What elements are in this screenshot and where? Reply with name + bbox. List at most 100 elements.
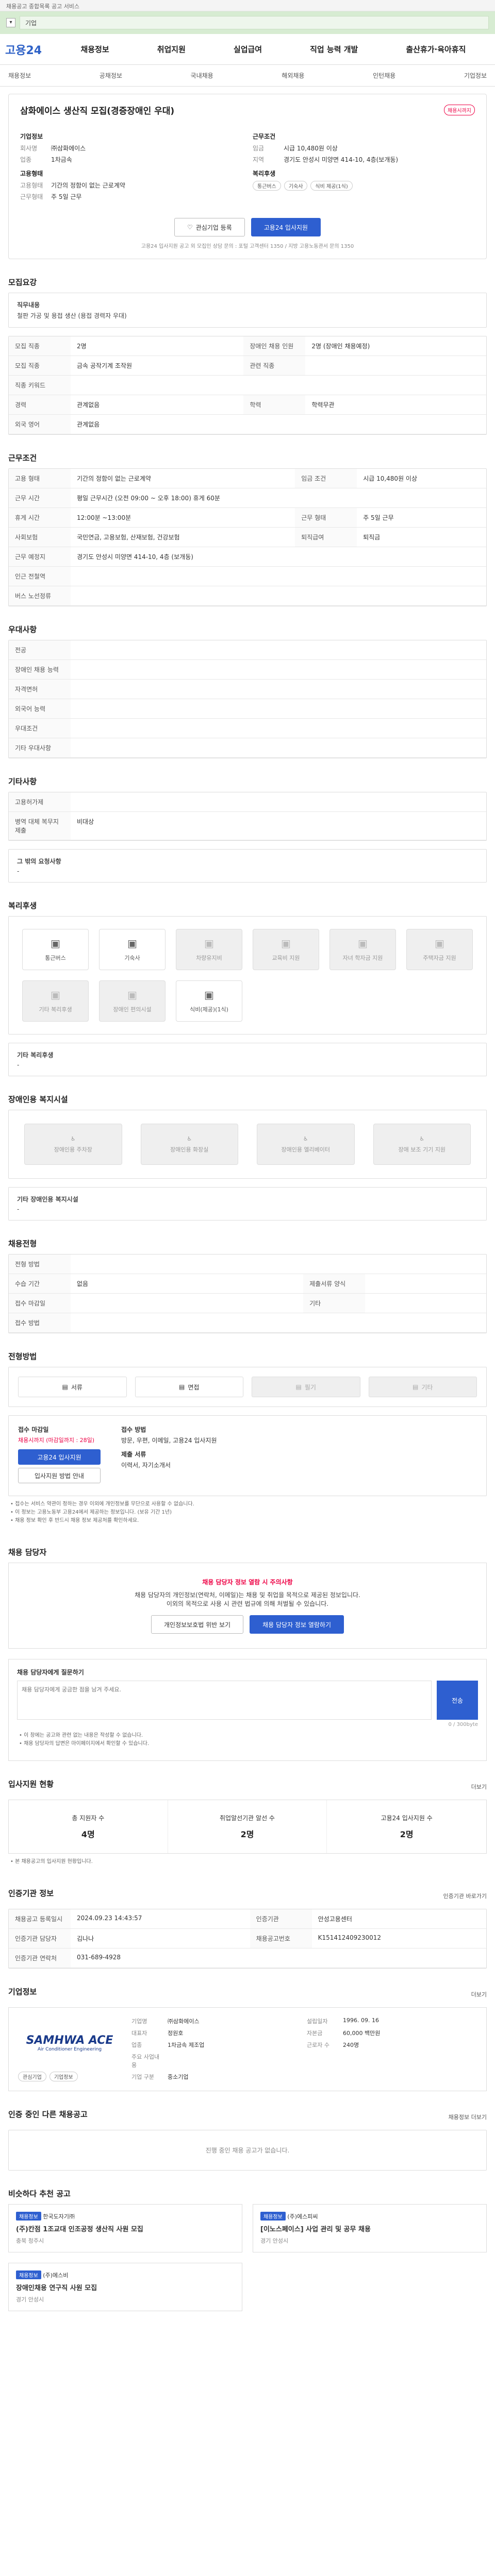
lnb-item[interactable]: 채용정보 (8, 71, 31, 80)
table-row: 기타 우대사항 (9, 738, 486, 758)
table-key: 인증기관 (250, 1909, 312, 1929)
other-jobs-section: 인증 중인 다른 채용공고 채용정보 더보기 진행 중인 채용 공고가 없습니다… (8, 2109, 487, 2171)
gnb-menu-item[interactable]: 취업지원 (157, 44, 186, 55)
table-row: 전공 (9, 640, 486, 660)
gnb-menu-item[interactable]: 실업급여 (234, 44, 262, 55)
company-interest-button[interactable]: 관심기업 (18, 2072, 46, 2081)
welfare-item-label: 차량유지비 (196, 955, 222, 961)
related-job-card[interactable]: 채용정보 (주)에스피씨 [이노스페이스] 사업 관리 및 공무 채용 경기 안성시 (253, 2204, 487, 2252)
document-icon: ▤ (62, 1383, 68, 1391)
table-row: 모집 직종 금속 공작기계 조작원 관련 직종 (9, 355, 486, 376)
table-row: 접수 마감일 기타 (9, 1293, 486, 1313)
inquiry-input[interactable] (17, 1681, 432, 1720)
site-logo[interactable]: 고용24 (5, 41, 57, 58)
apply-method: ▤ 기타 (368, 1377, 477, 1397)
company-more-link[interactable]: 더보기 (471, 1990, 487, 1998)
welfare-icon: ▣ (358, 937, 368, 950)
welfare-chip: 통근버스 (253, 181, 281, 191)
related-job-card[interactable]: 채용정보 (주)에스비 장애인채용 연구직 사원 모집 경기 안성시 (8, 2263, 242, 2311)
accessibility-icon: ♿ (303, 1135, 308, 1142)
related-job-title[interactable]: 장애인채용 연구직 사원 모집 (16, 2282, 235, 2292)
apply-button[interactable]: 고용24 입사지원 (251, 218, 321, 236)
duty-text: 철판 가공 및 용접 생산 (용접 경력자 우대) (17, 312, 127, 319)
related-job-card[interactable]: 채용정보 한국도자기㈜ (주)칸점 1조교대 인조공정 생산직 사원 모집 충북 청… (8, 2204, 242, 2252)
method-label: 접수 방법 (121, 1426, 146, 1433)
privacy-law-button[interactable]: 개인정보보호법 위반 보기 (151, 1615, 244, 1634)
inquiry-notes: • 이 창에는 공고와 관련 없는 내용은 작성할 수 없습니다. • 채용 담당… (17, 1727, 478, 1752)
accessibility-icon: ♿ (187, 1135, 192, 1142)
company-info-button[interactable]: 기업정보 (49, 2072, 78, 2081)
table-value: 관계없음 (71, 395, 244, 415)
lnb-item[interactable]: 국내채용 (191, 71, 213, 80)
related-job-header: 채용정보 (주)에스비 (16, 2270, 235, 2279)
deadline-text: 채용시까지 (마감일까지 : 28일) (18, 1437, 95, 1444)
company-key: 기업 구분 (131, 2074, 154, 2080)
lnb-item[interactable]: 공채정보 (100, 71, 122, 80)
agency-title: 인증기관 정보 (8, 1889, 54, 1898)
table-row: 고용허가제 (9, 792, 486, 812)
lnb-item[interactable]: 인턴채용 (373, 71, 395, 80)
other-extra-text: - (17, 868, 20, 875)
search-category-select[interactable]: ▾ (6, 18, 15, 27)
table-value: 2명 (장애인 채용예정) (305, 336, 486, 356)
gnb-menu-item[interactable]: 출산휴가·육아휴직 (406, 44, 466, 55)
related-job-title[interactable]: [이노스페이스] 사업 관리 및 공무 채용 (260, 2224, 479, 2233)
summary-value: 경기도 안성시 미양면 414-10, 4층(보개동) (284, 156, 399, 163)
table-value: 031-689-4928 (71, 1948, 486, 1968)
related-job-location: 충북 청주시 (16, 2238, 44, 2244)
other-extra-label: 그 밖의 요청사항 (17, 858, 61, 865)
gnb-menu: 채용정보 취업지원 실업급여 직업 능력 개발 출산휴가·육아휴직 (57, 44, 490, 55)
inquiry-title: 채용 담당자에게 질문하기 (17, 1669, 84, 1676)
related-job-tag: 채용정보 (16, 2212, 41, 2221)
summary-key: 근무형태 (20, 193, 43, 200)
save-job-button[interactable]: ♡ 관심기업 등록 (174, 218, 245, 236)
other-jobs-more-link[interactable]: 채용정보 더보기 (449, 2113, 487, 2121)
welfare-etc-text: - (17, 1061, 20, 1069)
company-value: 정원호 (168, 2030, 184, 2037)
lnb-item[interactable]: 기업정보 (464, 71, 487, 80)
table-value: K151412409230012 (311, 1928, 486, 1948)
inquiry-note-line: • 채용 담당자의 답변은 마이페이지에서 확인할 수 있습니다. (19, 1741, 150, 1747)
stats-more-link[interactable]: 더보기 (471, 1783, 487, 1791)
apply-method-label: 필기 (304, 1383, 316, 1391)
lnb-item[interactable]: 해외채용 (282, 71, 304, 80)
summary-row: 임금 시급 10,480원 이상 (253, 144, 475, 152)
table-row: 장애인 채용 능력 (9, 659, 486, 680)
apply-guide-button[interactable]: 입사지원 방법 안내 (18, 1468, 101, 1483)
company-value: 중소기업 (168, 2074, 189, 2080)
welfare-item-label: 장애인 편의시설 (113, 1006, 152, 1013)
method-text: 방문, 우편, 이메일, 고용24 입사지원 (121, 1437, 217, 1444)
related-job-title[interactable]: (주)칸점 1조교대 인조공정 생산직 사원 모집 (16, 2224, 235, 2233)
summary-key: 지역 (253, 156, 265, 163)
summary-key: 고용형태 (20, 182, 43, 189)
work-label: 근무조건 (253, 133, 276, 140)
search-input[interactable]: 기업 (20, 16, 489, 29)
search-bar: ▾ 기업 (0, 11, 495, 34)
agency-more-link[interactable]: 인증기관 바로가기 (443, 1892, 487, 1900)
disability-section: 장애인용 복지시설 ♿ 장애인용 주차장 ♿ 장애인용 화장실 ♿ 장애인용 엘리베이터 ♿… (8, 1094, 487, 1221)
inquiry-box: 채용 담당자에게 질문하기 전송 0 / 300byte • 이 창에는 공고와… (8, 1659, 487, 1761)
apply-label: 고용24 입사지원 (263, 224, 308, 231)
company-key: 대표자 (131, 2030, 147, 2037)
summary-value: ㈜삼화에이스 (51, 145, 86, 152)
table-value: 국민연금, 고용보험, 산재보험, 건강보험 (71, 527, 295, 547)
inquiry-send-button[interactable]: 전송 (437, 1681, 478, 1720)
table-value (365, 1293, 486, 1313)
welfare-section: 복리후생 ▣ 통근버스 ▣ 기숙사 ▣ 차량유지비 ▣ 교육비 지원 ▣ 자녀 학자금 지원 ▣ 주택… (8, 900, 487, 1076)
welfare-item: ▣ 자녀 학자금 지원 (329, 929, 396, 970)
apply-note-line: • 이 정보는 고용노동부 고용24에서 제공하는 정보입니다. (보유 기간 … (10, 1510, 172, 1515)
inquiry-note-line: • 이 창에는 공고와 관련 없는 내용은 작성할 수 없습니다. (19, 1733, 143, 1738)
view-contact-button[interactable]: 채용 담당자 정보 열람하기 (250, 1615, 344, 1634)
stats-title: 입사지원 현황 (8, 1780, 54, 1789)
gnb-menu-item[interactable]: 직업 능력 개발 (310, 44, 358, 55)
table-value (71, 566, 486, 586)
company-value (343, 2073, 477, 2081)
table-value (71, 718, 486, 738)
apply-button-2[interactable]: 고용24 입사지원 (18, 1449, 101, 1465)
table-row: 사회보험 국민연금, 고용보험, 산재보험, 건강보험 퇴직급여 퇴직금 (9, 527, 486, 547)
apply-method-label: 기타 (421, 1383, 433, 1391)
welfare-icon: ▣ (127, 937, 137, 950)
related-job-header: 채용정보 (주)에스피씨 (260, 2212, 479, 2221)
document-icon: ▤ (295, 1383, 302, 1391)
gnb-menu-item[interactable]: 채용정보 (81, 44, 109, 55)
